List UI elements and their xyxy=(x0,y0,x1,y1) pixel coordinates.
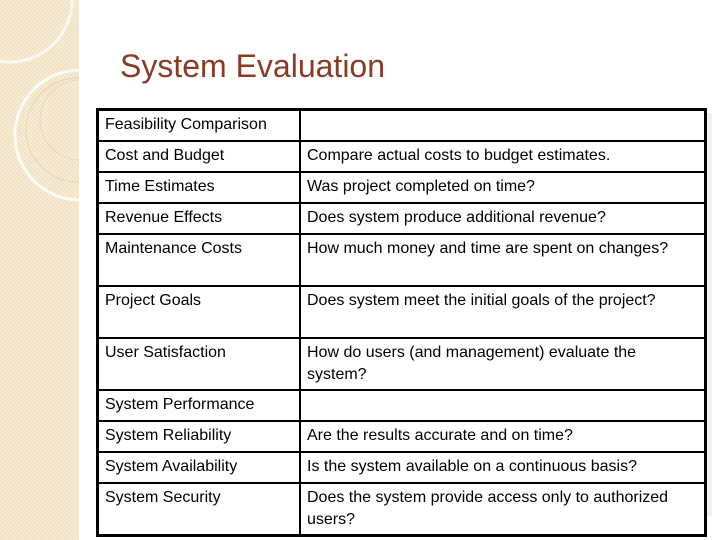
description-cell xyxy=(299,108,707,142)
table-row: System Availability Is the system availab… xyxy=(96,451,707,484)
table-row: System Performance xyxy=(96,389,707,422)
decorative-circles-icon xyxy=(0,0,79,202)
description-cell: Does system meet the initial goals of th… xyxy=(299,285,707,339)
criterion-cell: User Satisfaction xyxy=(96,337,301,391)
description-cell: Compare actual costs to budget estimates… xyxy=(299,140,707,173)
criterion-cell: Time Estimates xyxy=(96,171,301,204)
table-row: Project Goals Does system meet the initia… xyxy=(96,285,707,339)
criterion-cell: System Security xyxy=(96,482,301,537)
table-row: Maintenance Costs How much money and time… xyxy=(96,233,707,287)
description-cell xyxy=(299,389,707,422)
criterion-cell: Project Goals xyxy=(96,285,301,339)
criterion-cell: Feasibility Comparison xyxy=(96,108,301,142)
slide-title: System Evaluation xyxy=(120,48,386,84)
criterion-cell: System Performance xyxy=(96,389,301,422)
description-cell: Is the system available on a continuous … xyxy=(299,451,707,484)
decorative-sidebar xyxy=(0,0,79,540)
table-row: Time Estimates Was project completed on t… xyxy=(96,171,707,204)
description-cell: Are the results accurate and on time? xyxy=(299,420,707,453)
evaluation-table: Feasibility Comparison Cost and Budget Com… xyxy=(96,108,707,537)
criterion-cell: Cost and Budget xyxy=(96,140,301,173)
table-row: Feasibility Comparison xyxy=(96,108,707,142)
criterion-cell: Maintenance Costs xyxy=(96,233,301,287)
description-cell: Does system produce additional revenue? xyxy=(299,202,707,235)
criterion-cell: System Reliability xyxy=(96,420,301,453)
table-row: User Satisfaction How do users (and manag… xyxy=(96,337,707,391)
description-cell: How do users (and management) evaluate t… xyxy=(299,337,707,391)
description-cell: How much money and time are spent on cha… xyxy=(299,233,707,287)
description-cell: Was project completed on time? xyxy=(299,171,707,204)
table-row: Cost and Budget Compare actual costs to b… xyxy=(96,140,707,173)
criterion-cell: Revenue Effects xyxy=(96,202,301,235)
table-row: System Security Does the system provide a… xyxy=(96,482,707,537)
table-row: Revenue Effects Does system produce addit… xyxy=(96,202,707,235)
criterion-cell: System Availability xyxy=(96,451,301,484)
description-cell: Does the system provide access only to a… xyxy=(299,482,707,537)
table-row: System Reliability Are the results accura… xyxy=(96,420,707,453)
